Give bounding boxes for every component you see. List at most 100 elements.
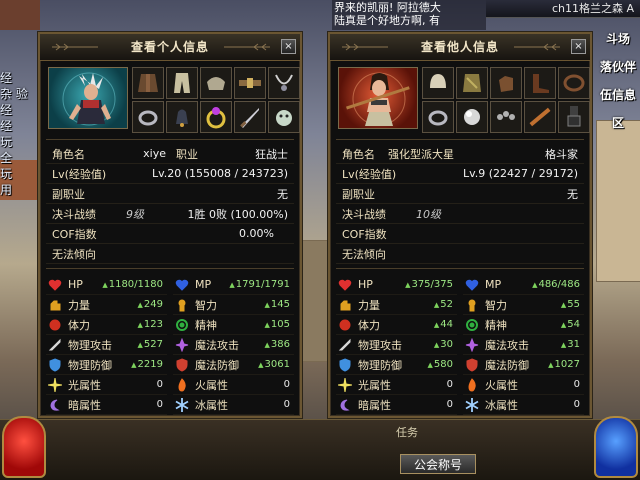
stat-value: 1027 bbox=[548, 359, 580, 370]
weapon-slot[interactable] bbox=[234, 101, 266, 133]
stat-row: 火属性 0 bbox=[463, 375, 584, 395]
stat-name: 精神 bbox=[195, 318, 217, 332]
title-slot[interactable] bbox=[268, 101, 300, 133]
belt-slot[interactable] bbox=[234, 67, 266, 99]
panel-header[interactable]: 查看他人信息 × bbox=[330, 34, 590, 61]
ring-slot[interactable] bbox=[200, 101, 232, 133]
sub-job-label: 副职业 bbox=[342, 187, 375, 201]
divider bbox=[336, 268, 584, 269]
coat-icon bbox=[138, 74, 158, 92]
other-info-panel: 查看他人信息 × 角色名 强化型派大星 格斗家 Lv(经验值) Lv.9 (22… bbox=[328, 32, 592, 418]
left-side-text: 经 杂 验 经 经 玩 全 玩 用 bbox=[0, 70, 38, 198]
duel-row: 决斗战绩 9级 1胜 0败 (100.00%) bbox=[46, 204, 294, 224]
stat-value: 249 bbox=[138, 299, 163, 310]
necklace-slot[interactable] bbox=[268, 67, 300, 99]
job-label: 职业 bbox=[176, 147, 198, 161]
berserker-avatar-icon bbox=[62, 72, 116, 126]
shoulder-slot[interactable] bbox=[200, 67, 232, 99]
roof-decoration bbox=[0, 0, 40, 30]
stat-value: 0 bbox=[156, 379, 163, 390]
level-row: Lv(经验值) Lv.20 (155008 / 243723) bbox=[46, 164, 294, 184]
mana-heart-icon bbox=[175, 279, 189, 291]
stat-row: 冰属性 0 bbox=[173, 395, 294, 415]
stat-value: 123 bbox=[138, 319, 163, 330]
guild-title-button[interactable]: 公会称号 bbox=[400, 454, 476, 474]
stat-name: 冰属性 bbox=[485, 398, 518, 412]
staff-icon bbox=[529, 107, 551, 127]
close-button[interactable]: × bbox=[571, 39, 586, 54]
name-label: 角色名 bbox=[52, 147, 85, 161]
stat-name: 物理防御 bbox=[358, 358, 402, 372]
shoes-slot[interactable] bbox=[132, 101, 164, 133]
belt-icon bbox=[239, 78, 261, 88]
side-menu-item[interactable]: 斗场 bbox=[596, 30, 640, 58]
stat-row: MP 486/486 bbox=[463, 275, 584, 295]
divider bbox=[336, 139, 584, 140]
duel-grade: 9级 bbox=[126, 207, 144, 221]
armor-slot[interactable] bbox=[132, 67, 164, 99]
dark-element-icon bbox=[50, 399, 60, 411]
side-menu-item[interactable]: 区 bbox=[596, 114, 640, 142]
close-button[interactable]: × bbox=[281, 39, 296, 54]
magic-attack-icon bbox=[175, 337, 189, 352]
side-menu-item[interactable]: 伍信息 bbox=[596, 86, 640, 114]
side-menu-item[interactable]: 落伙伴 bbox=[596, 58, 640, 86]
cof-value: 0.00% bbox=[239, 227, 274, 240]
equipment-slots bbox=[132, 67, 300, 133]
stat-name: 力量 bbox=[358, 298, 380, 312]
stat-row: 物理攻击 527 bbox=[46, 335, 167, 355]
pants-slot[interactable] bbox=[456, 67, 488, 99]
shoulder-icon bbox=[207, 77, 225, 90]
magic-defense-icon bbox=[176, 357, 188, 372]
stat-row: 精神 105 bbox=[173, 315, 294, 335]
alignment-row: 无法倾向 bbox=[336, 244, 584, 264]
ring-slot[interactable] bbox=[490, 101, 522, 133]
duel-label: 决斗战绩 bbox=[342, 207, 386, 221]
building-wall bbox=[596, 120, 640, 282]
side-text-line: 经 bbox=[0, 71, 13, 85]
character-name: xiye bbox=[143, 147, 166, 160]
chat-line: 界来的凯丽! 阿拉德大 bbox=[334, 1, 441, 14]
accessory-slot[interactable] bbox=[456, 101, 488, 133]
vitality-icon bbox=[49, 319, 61, 330]
job-value: 格斗家 bbox=[545, 147, 578, 161]
bell-icon bbox=[176, 109, 188, 127]
panel-header[interactable]: 查看个人信息 × bbox=[40, 34, 300, 61]
level-value: Lv.9 (22427 / 29172) bbox=[462, 167, 578, 180]
strength-icon bbox=[340, 300, 351, 310]
necklace-icon bbox=[275, 74, 293, 91]
fighter-avatar-icon bbox=[346, 72, 410, 126]
quest-tab[interactable]: 任务 bbox=[396, 424, 418, 440]
title-slot[interactable] bbox=[558, 101, 590, 133]
necklace-slot[interactable] bbox=[558, 67, 590, 99]
sub-job-label: 副职业 bbox=[52, 187, 85, 201]
name-row: 角色名 强化型派大星 格斗家 bbox=[336, 144, 584, 164]
stat-row: 光属性 0 bbox=[46, 375, 167, 395]
pants-slot[interactable] bbox=[166, 67, 198, 99]
stat-name: 魔法防御 bbox=[195, 358, 239, 372]
stat-row: HP 1180/1180 bbox=[46, 275, 167, 295]
stat-name: 体力 bbox=[358, 318, 380, 332]
side-text-line: 玩 bbox=[0, 135, 13, 149]
stat-name: 物理防御 bbox=[68, 358, 112, 372]
mana-heart-icon bbox=[465, 279, 479, 291]
intelligence-icon bbox=[178, 299, 186, 311]
stat-value: 0 bbox=[446, 399, 453, 410]
belt-slot[interactable] bbox=[524, 67, 556, 99]
armor-slot[interactable] bbox=[422, 67, 454, 99]
shoulder-slot[interactable] bbox=[490, 67, 522, 99]
stat-value: 527 bbox=[138, 339, 163, 350]
profile-info: 角色名 强化型派大星 格斗家 Lv(经验值) Lv.9 (22427 / 291… bbox=[336, 144, 584, 264]
sub-job-value: 无 bbox=[567, 187, 578, 201]
name-row: 角色名 xiye 职业 狂战士 bbox=[46, 144, 294, 164]
right-side-menu: 斗场 落伙伴 伍信息 区 bbox=[596, 30, 640, 142]
sword-icon bbox=[338, 338, 351, 350]
stat-row: 精神 54 bbox=[463, 315, 584, 335]
heart-icon bbox=[48, 279, 62, 291]
pants-icon bbox=[174, 73, 190, 93]
shoes-slot[interactable] bbox=[422, 101, 454, 133]
gem-ring-icon bbox=[206, 107, 226, 129]
weapon-slot[interactable] bbox=[524, 101, 556, 133]
accessory-slot[interactable] bbox=[166, 101, 198, 133]
medal-icon bbox=[567, 106, 581, 127]
